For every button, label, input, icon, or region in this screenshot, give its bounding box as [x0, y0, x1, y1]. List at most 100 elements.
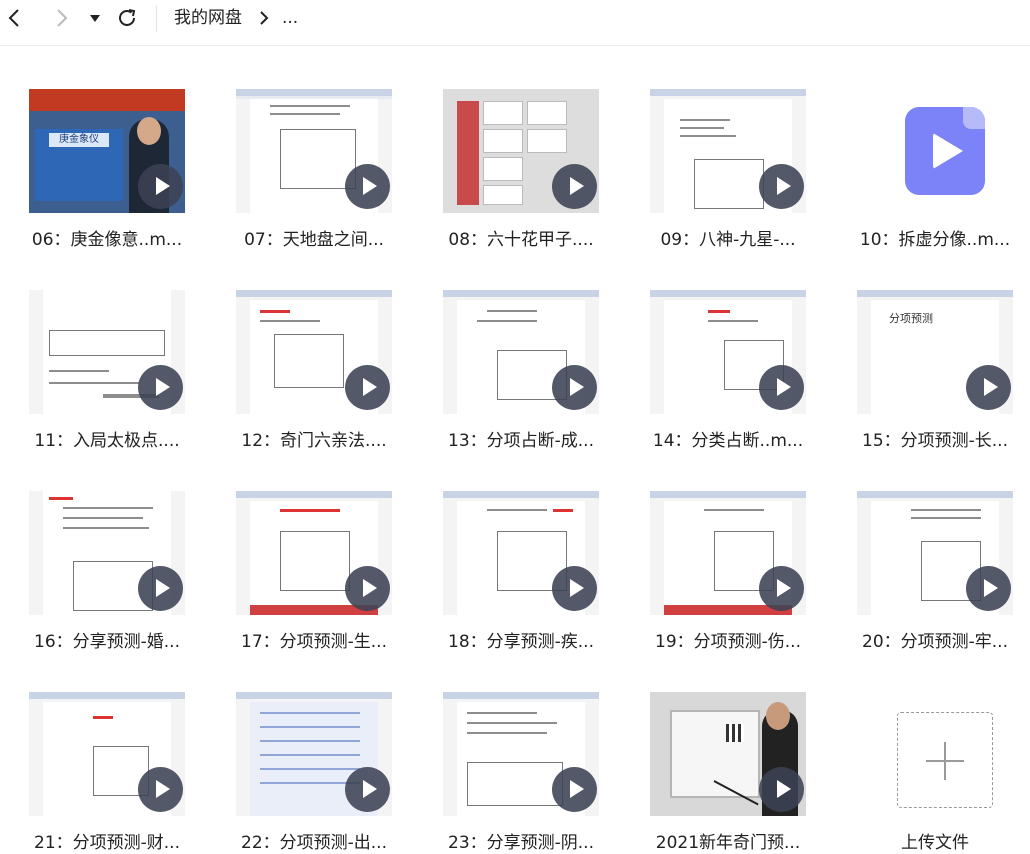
- file-name[interactable]: 15：分项预测-长...: [846, 426, 1024, 451]
- thumb-heading: 分项预测: [889, 312, 933, 325]
- file-name[interactable]: 13：分项占断-成...: [432, 426, 610, 451]
- thumb-red-text: [708, 310, 730, 313]
- video-thumbnail: [650, 290, 806, 414]
- play-icon[interactable]: [345, 767, 390, 812]
- file-item[interactable]: 22：分项预测-出...: [225, 692, 403, 854]
- file-name[interactable]: 12：奇门六亲法....: [225, 426, 403, 451]
- play-icon[interactable]: [552, 164, 597, 209]
- file-name[interactable]: 18：分享预测-疾...: [432, 627, 610, 652]
- thumb-cell: [483, 185, 523, 205]
- thumb-text-line: [708, 320, 758, 322]
- play-icon[interactable]: [345, 365, 390, 410]
- video-thumbnail: [443, 491, 599, 615]
- play-icon[interactable]: [345, 566, 390, 611]
- thumb-text-line: [704, 509, 764, 511]
- play-icon[interactable]: [138, 164, 183, 209]
- chevron-left-icon[interactable]: [4, 7, 26, 29]
- thumb-text-line: [487, 310, 537, 312]
- caret-down-icon[interactable]: [86, 7, 104, 29]
- file-item[interactable]: 16：分享预测-婚...: [18, 491, 196, 681]
- file-item[interactable]: 12：奇门六亲法....: [225, 290, 403, 480]
- thumb-text-line: [260, 320, 320, 322]
- play-icon[interactable]: [552, 365, 597, 410]
- file-name[interactable]: 11：入局太极点....: [18, 426, 196, 451]
- thumb-text-line: [467, 712, 537, 714]
- play-icon[interactable]: [759, 365, 804, 410]
- play-icon[interactable]: [759, 164, 804, 209]
- play-icon[interactable]: [138, 767, 183, 812]
- file-item[interactable]: 07：天地盘之间...: [225, 89, 403, 279]
- thumb-text-line: [487, 509, 547, 511]
- file-name[interactable]: 08：六十花甲子....: [432, 225, 610, 250]
- file-item[interactable]: 11：入局太极点....: [18, 290, 196, 480]
- thumb-text-line: [63, 527, 149, 529]
- play-icon[interactable]: [138, 365, 183, 410]
- file-item[interactable]: 20：分项预测-牢...: [846, 491, 1024, 681]
- thumb-text-line: [270, 105, 350, 107]
- file-name[interactable]: 21：分项预测-财...: [18, 828, 196, 853]
- thumb-cell: [483, 101, 523, 125]
- thumb-table: [280, 129, 356, 189]
- toolbar-divider: [156, 6, 157, 32]
- file-name[interactable]: 2021新年奇门预...: [639, 828, 817, 853]
- file-name[interactable]: 23：分享预测-阴...: [432, 828, 610, 853]
- file-name[interactable]: 19：分项预测-伤...: [639, 627, 817, 652]
- play-icon[interactable]: [552, 767, 597, 812]
- thumb-red-text: [553, 509, 573, 512]
- thumb-text-line: [680, 135, 736, 137]
- file-name[interactable]: 07：天地盘之间...: [225, 225, 403, 250]
- file-item[interactable]: 13：分项占断-成...: [432, 290, 610, 480]
- file-name[interactable]: 16：分享预测-婚...: [18, 627, 196, 652]
- file-name[interactable]: 14：分类占断..m...: [639, 426, 817, 451]
- file-item[interactable]: 23：分享预测-阴...: [432, 692, 610, 854]
- file-item[interactable]: 10：拆虚分像..m...: [846, 89, 1024, 279]
- file-item[interactable]: 18：分享预测-疾...: [432, 491, 610, 681]
- file-item[interactable]: 08：六十花甲子....: [432, 89, 610, 279]
- file-name[interactable]: 10：拆虚分像..m...: [846, 225, 1024, 250]
- breadcrumb-root[interactable]: 我的网盘: [174, 7, 242, 29]
- play-icon[interactable]: [759, 566, 804, 611]
- upload-button[interactable]: [897, 712, 993, 808]
- thumb-text-line: [467, 732, 547, 734]
- file-name[interactable]: 06：庚金像意..m...: [18, 225, 196, 250]
- video-file-play-glyph: [933, 133, 963, 169]
- chevron-right-icon[interactable]: [50, 7, 72, 29]
- file-name[interactable]: 20：分项预测-牢...: [846, 627, 1024, 652]
- video-file-thumbnail: [857, 89, 1013, 213]
- file-item[interactable]: 庚金象仪 06：庚金像意..m...: [18, 89, 196, 279]
- file-name[interactable]: 22：分项预测-出...: [225, 828, 403, 853]
- thumb-app-bar: [236, 89, 392, 96]
- thumb-text-line: [260, 726, 360, 728]
- file-item[interactable]: 2021新年奇门预...: [639, 692, 817, 854]
- file-name[interactable]: 09：八神-九星-...: [639, 225, 817, 250]
- file-item[interactable]: 21：分项预测-财...: [18, 692, 196, 854]
- file-name[interactable]: 17：分项预测-生...: [225, 627, 403, 652]
- upload-label[interactable]: 上传文件: [846, 828, 1024, 853]
- file-item[interactable]: 09：八神-九星-...: [639, 89, 817, 279]
- play-icon[interactable]: [759, 767, 804, 812]
- upload-tile[interactable]: 上传文件: [846, 692, 1024, 854]
- thumb-text-line: [477, 320, 537, 322]
- thumb-text-line: [680, 127, 724, 129]
- play-icon[interactable]: [552, 566, 597, 611]
- play-icon[interactable]: [138, 566, 183, 611]
- thumb-red-text: [280, 509, 340, 512]
- play-icon[interactable]: [966, 365, 1011, 410]
- file-item[interactable]: 19：分项预测-伤...: [639, 491, 817, 681]
- file-item[interactable]: 14：分类占断..m...: [639, 290, 817, 480]
- thumb-red-text: [49, 497, 73, 500]
- file-item[interactable]: 分项预测 15：分项预测-长...: [846, 290, 1024, 480]
- thumb-app-bar: [857, 491, 1013, 498]
- thumb-text-line: [911, 509, 981, 511]
- thumb-slide-title: 庚金象仪: [49, 133, 109, 147]
- play-icon[interactable]: [966, 566, 1011, 611]
- video-thumbnail: 分项预测: [857, 290, 1013, 414]
- thumb-table: [467, 762, 563, 806]
- video-thumbnail: [236, 290, 392, 414]
- refresh-icon[interactable]: [116, 7, 138, 29]
- upload-thumbnail: [857, 692, 1013, 816]
- file-item[interactable]: 17：分项预测-生...: [225, 491, 403, 681]
- play-icon[interactable]: [345, 164, 390, 209]
- thumb-cell: [527, 101, 567, 125]
- breadcrumb-more[interactable]: ...: [282, 7, 298, 29]
